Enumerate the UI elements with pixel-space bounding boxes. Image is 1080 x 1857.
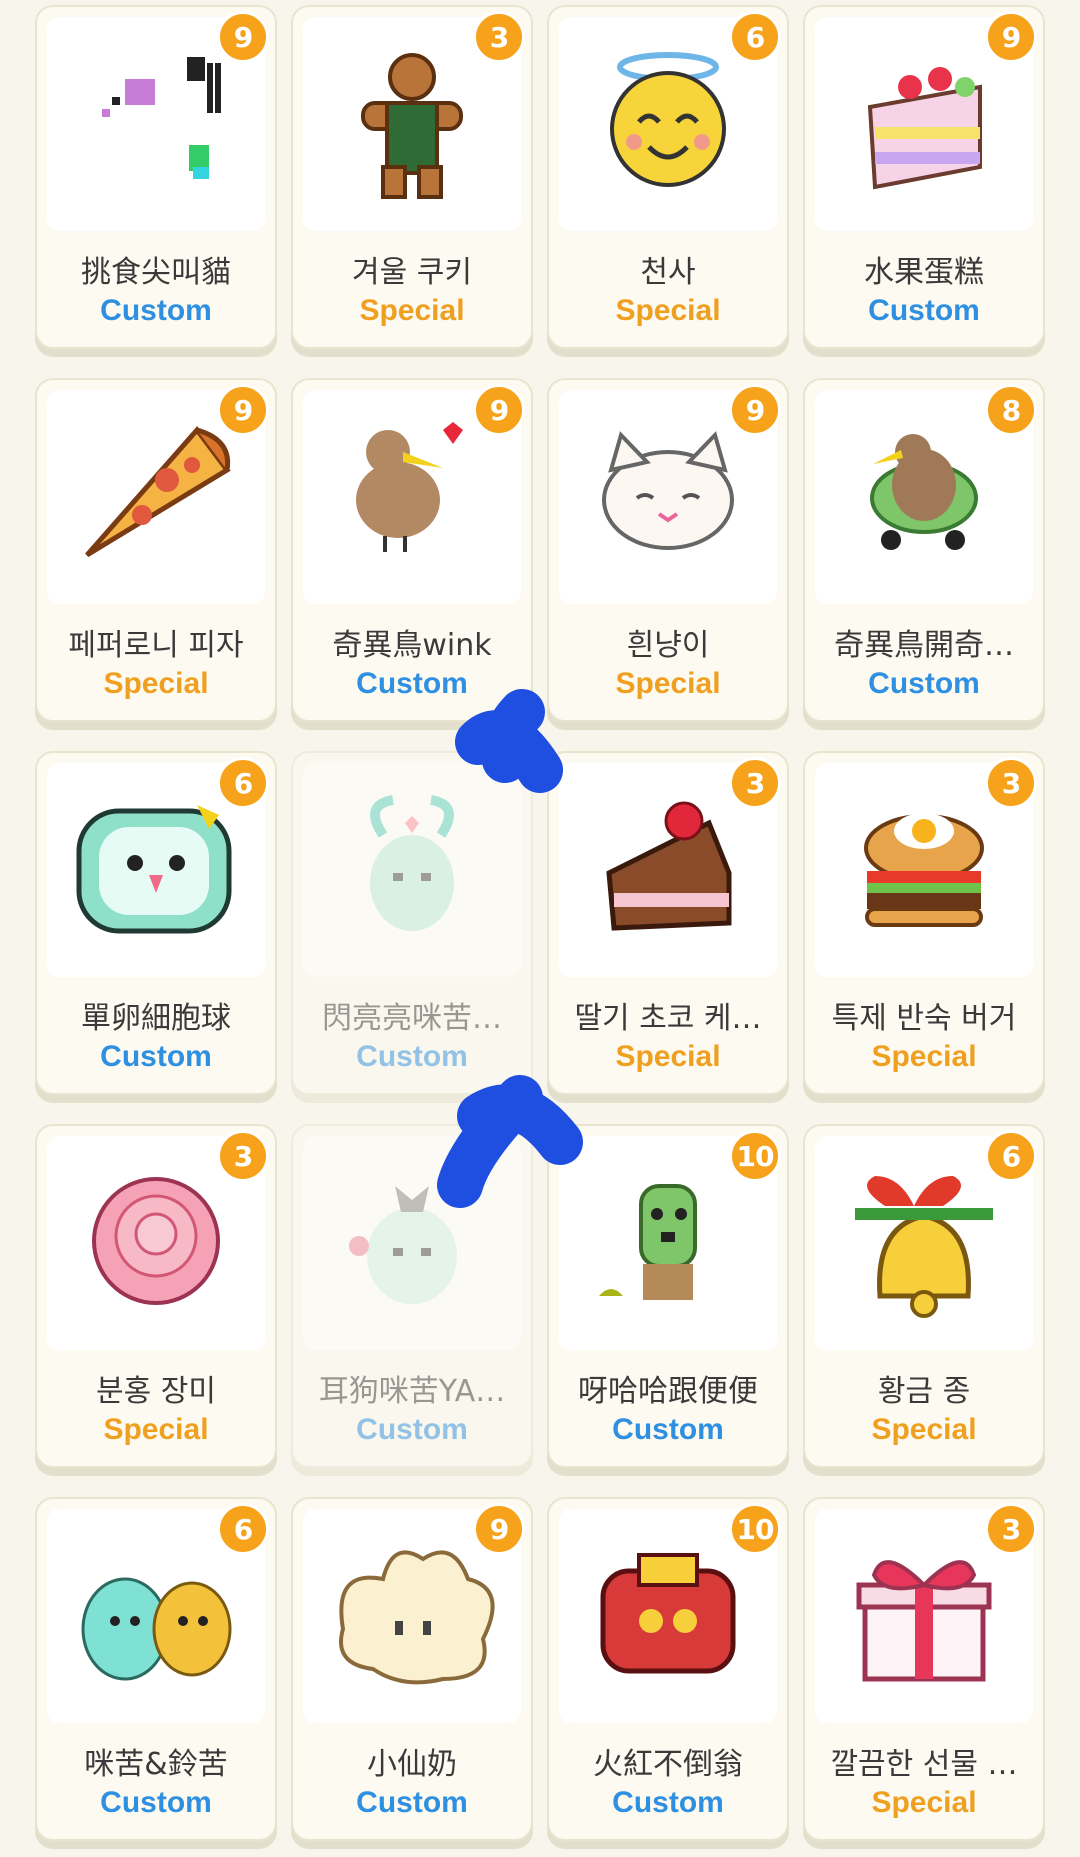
item-type-label: Custom — [356, 1413, 468, 1446]
level-badge: 9 — [217, 384, 269, 436]
item-type-label: Custom — [100, 1786, 212, 1819]
item-type-label: Custom — [356, 1786, 468, 1819]
item-type-label: Special — [615, 294, 721, 327]
item-name: 小仙奶 — [367, 1747, 457, 1782]
item-type-label: Custom — [356, 1040, 468, 1073]
level-badge: 8 — [985, 384, 1037, 436]
level-badge: 3 — [985, 1503, 1037, 1555]
item-card[interactable]: 8 奇異鳥開奇… Custom — [803, 378, 1045, 722]
item-card[interactable]: 9 흰냥이 Special — [547, 378, 789, 722]
level-badge: 3 — [729, 757, 781, 809]
item-type-label: Special — [615, 667, 721, 700]
item-card[interactable]: 9 挑食尖叫貓 Custom — [35, 5, 277, 349]
bunny-bow-icon — [303, 1136, 521, 1350]
item-name: 페퍼로니 피자 — [68, 628, 244, 663]
item-card[interactable]: 6 천사 Special — [547, 5, 789, 349]
item-type-label: Special — [103, 1413, 209, 1446]
item-name: 奇異鳥開奇… — [834, 628, 1014, 663]
item-card[interactable]: 3 특제 반숙 버거 Special — [803, 751, 1045, 1095]
item-type-label: Custom — [356, 667, 468, 700]
item-type-label: Special — [103, 667, 209, 700]
item-card[interactable]: 9 奇異鳥wink Custom — [291, 378, 533, 722]
item-card[interactable]: 10 呀哈哈跟便便 Custom — [547, 1124, 789, 1468]
level-badge: 6 — [217, 1503, 269, 1555]
item-name: 單卵細胞球 — [81, 1001, 231, 1036]
item-name: 水果蛋糕 — [864, 255, 984, 290]
item-name: 咪苦&鈴苦 — [84, 1747, 228, 1782]
item-card[interactable]: 3 깔끔한 선물 … Special — [803, 1497, 1045, 1841]
item-card[interactable]: 6 咪苦&鈴苦 Custom — [35, 1497, 277, 1841]
item-name: 황금 종 — [877, 1374, 971, 1409]
item-name: 딸기 초코 케… — [574, 1001, 762, 1036]
item-type-label: Custom — [100, 1040, 212, 1073]
item-card[interactable]: 閃亮亮咪苦… Custom — [291, 751, 533, 1095]
level-badge: 10 — [729, 1130, 781, 1182]
item-name: 겨울 쿠키 — [352, 255, 472, 290]
item-name: 천사 — [640, 255, 696, 290]
level-badge: 9 — [729, 384, 781, 436]
level-badge: 9 — [473, 384, 525, 436]
item-type-label: Special — [615, 1040, 721, 1073]
bunny-heart-icon — [303, 763, 521, 977]
item-name: 깔끔한 선물 … — [830, 1747, 1018, 1782]
item-type-label: Custom — [612, 1413, 724, 1446]
item-card[interactable]: 6 황금 종 Special — [803, 1124, 1045, 1468]
item-name: 耳狗咪苦YA… — [318, 1374, 506, 1409]
item-card[interactable]: 9 水果蛋糕 Custom — [803, 5, 1045, 349]
item-type-label: Special — [871, 1413, 977, 1446]
level-badge: 6 — [217, 757, 269, 809]
level-badge: 9 — [217, 11, 269, 63]
item-card[interactable]: 9 페퍼로니 피자 Special — [35, 378, 277, 722]
item-card[interactable]: 3 딸기 초코 케… Special — [547, 751, 789, 1095]
item-name: 呀哈哈跟便便 — [578, 1374, 758, 1409]
item-name: 火紅不倒翁 — [593, 1747, 743, 1782]
item-card[interactable]: 9 小仙奶 Custom — [291, 1497, 533, 1841]
item-card[interactable]: 耳狗咪苦YA… Custom — [291, 1124, 533, 1468]
item-type-label: Custom — [868, 667, 980, 700]
item-type-label: Special — [359, 294, 465, 327]
level-badge: 6 — [985, 1130, 1037, 1182]
level-badge: 3 — [217, 1130, 269, 1182]
item-type-label: Custom — [868, 294, 980, 327]
level-badge: 9 — [985, 11, 1037, 63]
item-grid: 9 挑食尖叫貓 Custom 3 겨울 쿠키 Special 6 천사 Special 9 水果蛋糕… — [35, 5, 1045, 1857]
item-card[interactable]: 3 겨울 쿠키 Special — [291, 5, 533, 349]
level-badge: 10 — [729, 1503, 781, 1555]
item-name: 특제 반숙 버거 — [831, 1001, 1017, 1036]
level-badge: 6 — [729, 11, 781, 63]
item-card[interactable]: 10 火紅不倒翁 Custom — [547, 1497, 789, 1841]
item-name: 閃亮亮咪苦… — [322, 1001, 502, 1036]
item-name: 분홍 장미 — [96, 1374, 216, 1409]
level-badge: 9 — [473, 1503, 525, 1555]
item-type-label: Custom — [612, 1786, 724, 1819]
item-card[interactable]: 3 분홍 장미 Special — [35, 1124, 277, 1468]
item-name: 奇異鳥wink — [332, 628, 492, 663]
item-type-label: Special — [871, 1786, 977, 1819]
level-badge: 3 — [985, 757, 1037, 809]
level-badge: 3 — [473, 11, 525, 63]
item-card[interactable]: 6 單卵細胞球 Custom — [35, 751, 277, 1095]
item-type-label: Special — [871, 1040, 977, 1073]
item-name: 흰냥이 — [626, 628, 710, 663]
item-type-label: Custom — [100, 294, 212, 327]
item-name: 挑食尖叫貓 — [81, 255, 231, 290]
